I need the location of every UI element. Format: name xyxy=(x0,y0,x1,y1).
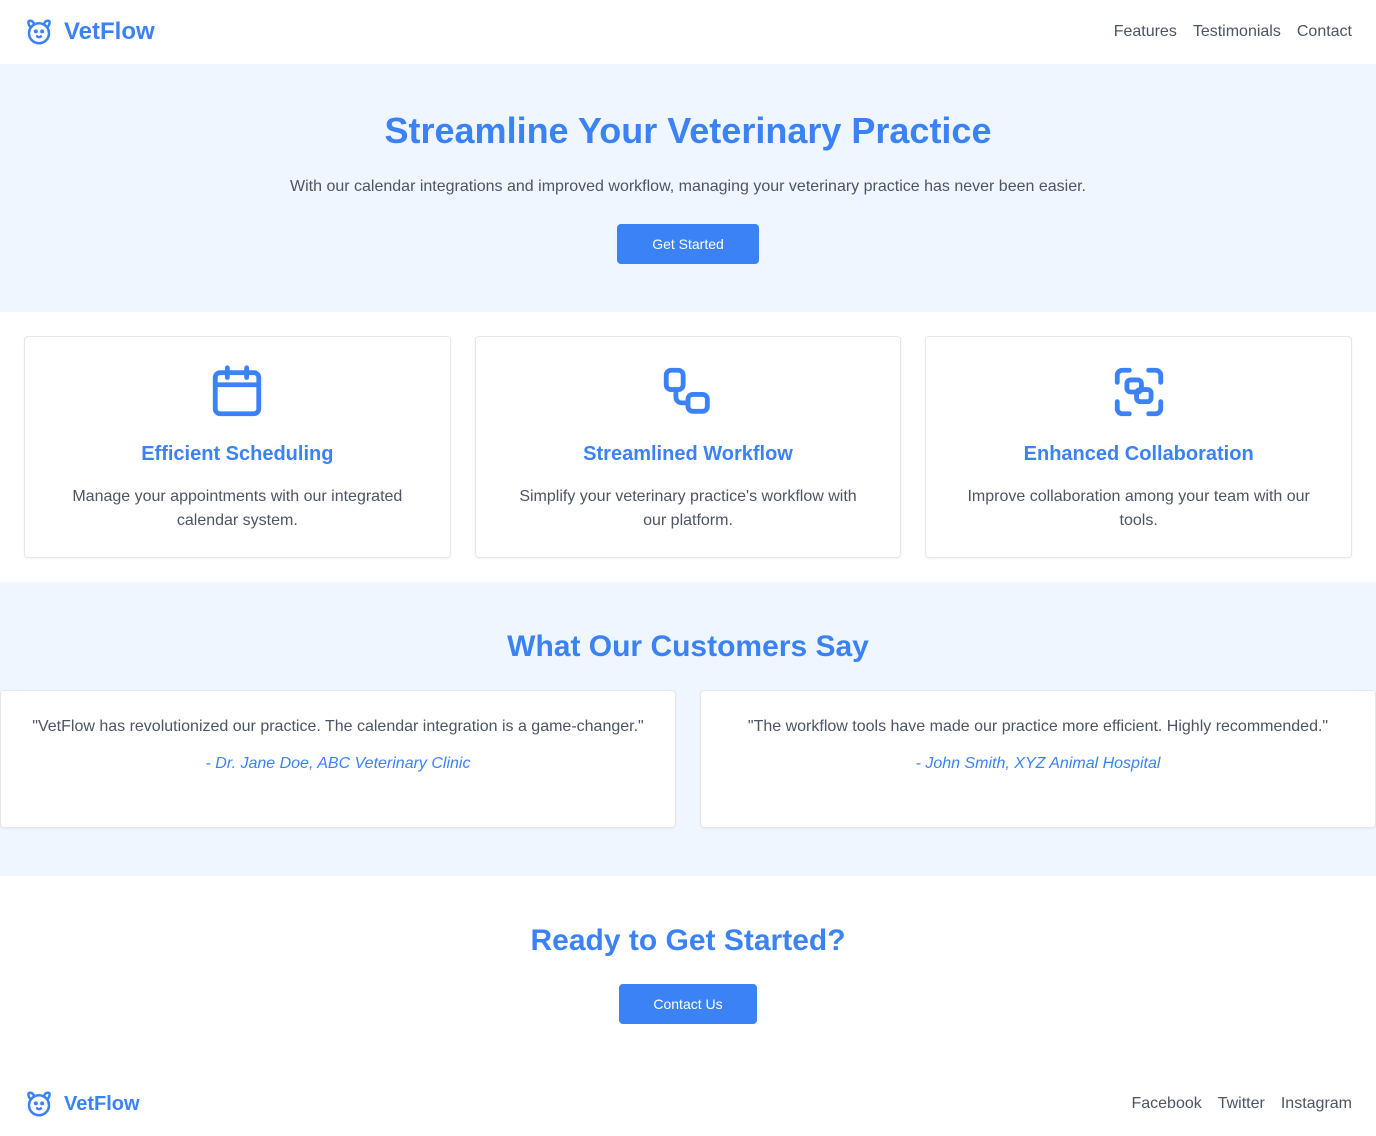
cta-title: Ready to Get Started? xyxy=(530,924,846,957)
footer-brand-name: VetFlow xyxy=(64,1092,140,1115)
get-started-button[interactable]: Get Started xyxy=(617,224,759,264)
testimonial-author: - Dr. Jane Doe, ABC Veterinary Clinic xyxy=(205,755,471,772)
contact-us-button[interactable]: Contact Us xyxy=(619,984,757,1024)
testimonials-section: What Our Customers Say "VetFlow has revo… xyxy=(0,582,1376,876)
collaboration-icon xyxy=(1114,367,1163,417)
testimonial-list: "VetFlow has revolutionized our practice… xyxy=(0,690,1376,828)
testimonial-author: - John Smith, XYZ Animal Hospital xyxy=(915,755,1161,772)
site-header: VetFlow Features Testimonials Contact xyxy=(0,0,1376,64)
calendar-icon xyxy=(213,365,262,417)
feature-title: Efficient Scheduling xyxy=(141,443,334,465)
dog-icon xyxy=(27,19,51,45)
instagram-link[interactable]: Instagram xyxy=(1281,1095,1352,1113)
hero-subtitle: With our calendar integrations and impro… xyxy=(290,178,1086,195)
feature-description: Simplify your veterinary practice's work… xyxy=(519,488,857,529)
site-footer: VetFlow Facebook Twitter Instagram xyxy=(0,1078,1376,1130)
feature-title: Streamlined Workflow xyxy=(583,443,793,465)
feature-description: Manage your appointments with our integr… xyxy=(72,488,403,529)
testimonial-card: "The workflow tools have made our practi… xyxy=(700,690,1376,828)
nav-link-contact[interactable]: Contact xyxy=(1297,23,1352,41)
nav-link-testimonials[interactable]: Testimonials xyxy=(1193,23,1281,41)
feature-card: Streamlined Workflow Simplify your veter… xyxy=(474,336,902,558)
feature-card: Efficient Scheduling Manage your appoint… xyxy=(24,336,451,558)
dog-icon xyxy=(27,1091,51,1117)
features-section: Efficient Scheduling Manage your appoint… xyxy=(24,336,1353,558)
feature-title: Enhanced Collaboration xyxy=(1023,443,1254,465)
testimonials-title: What Our Customers Say xyxy=(507,630,869,663)
hero-title: Streamline Your Veterinary Practice xyxy=(384,110,992,151)
footer-brand[interactable]: VetFlow xyxy=(24,1089,140,1119)
social-links: Facebook Twitter Instagram xyxy=(1131,1095,1352,1113)
testimonial-quote: "The workflow tools have made our practi… xyxy=(747,718,1329,735)
brand-name: VetFlow xyxy=(64,18,155,45)
testimonial-card: "VetFlow has revolutionized our practice… xyxy=(0,690,676,828)
feature-card: Enhanced Collaboration Improve collabora… xyxy=(925,336,1353,558)
feature-description: Improve collaboration among your team wi… xyxy=(967,488,1310,529)
facebook-link[interactable]: Facebook xyxy=(1131,1095,1201,1113)
workflow-icon xyxy=(663,367,710,414)
main-nav: Features Testimonials Contact xyxy=(1114,23,1352,41)
brand-logo[interactable]: VetFlow xyxy=(24,17,155,47)
hero-section: Streamline Your Veterinary Practice With… xyxy=(0,64,1376,312)
twitter-link[interactable]: Twitter xyxy=(1218,1095,1265,1113)
testimonial-quote: "VetFlow has revolutionized our practice… xyxy=(32,718,644,735)
nav-link-features[interactable]: Features xyxy=(1114,23,1177,41)
